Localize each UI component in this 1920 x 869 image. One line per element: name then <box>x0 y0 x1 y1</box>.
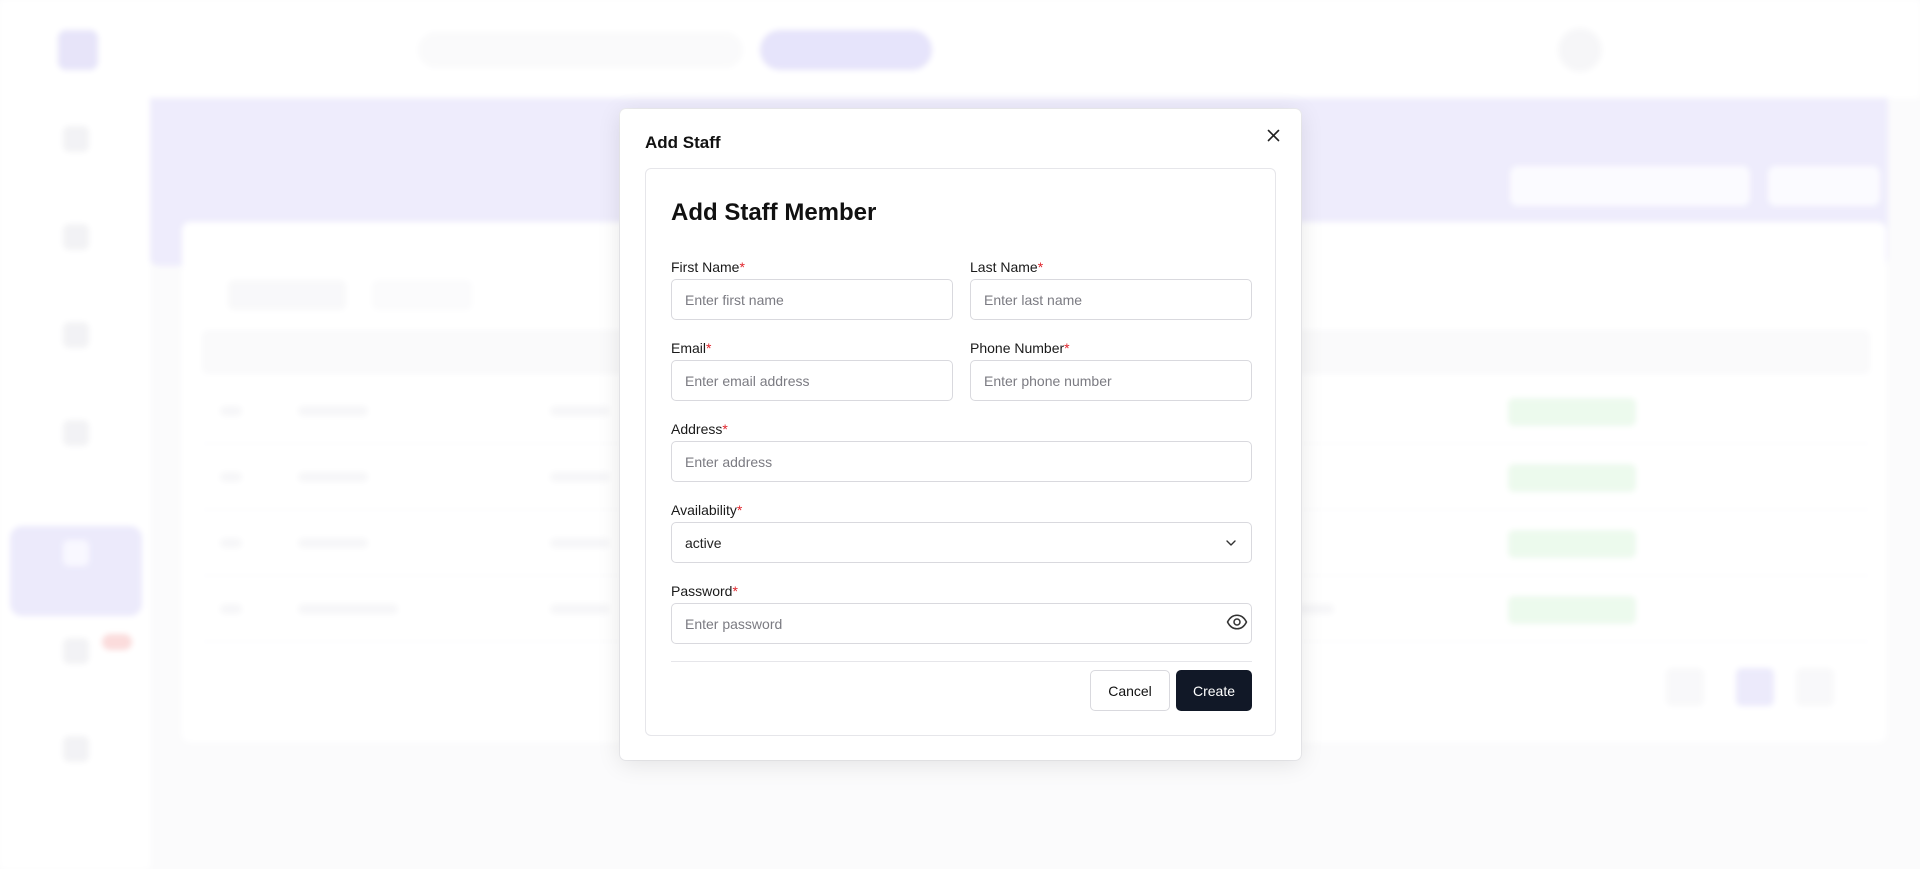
address-label: Address* <box>671 421 728 437</box>
required-mark: * <box>1037 259 1044 275</box>
create-button[interactable]: Create <box>1176 670 1252 711</box>
last-name-input[interactable] <box>970 279 1252 320</box>
first-name-label: First Name* <box>671 259 745 275</box>
email-field[interactable] <box>671 360 953 401</box>
required-mark: * <box>739 259 745 275</box>
close-button[interactable] <box>1261 123 1285 147</box>
password-label: Password* <box>671 583 738 599</box>
eye-icon <box>1226 613 1248 630</box>
required-mark: * <box>1064 340 1070 356</box>
password-field[interactable] <box>671 603 1252 644</box>
required-mark: * <box>732 583 738 599</box>
availability-value: active <box>685 535 722 551</box>
last-name-label: Last Name* <box>970 259 1044 275</box>
dialog-title: Add Staff <box>645 133 721 152</box>
required-mark: * <box>736 502 743 518</box>
email-label: Email* <box>671 340 712 356</box>
cancel-button[interactable]: Cancel <box>1090 670 1170 711</box>
toggle-password-visibility[interactable] <box>1224 612 1250 634</box>
availability-label: Availability* <box>671 502 743 518</box>
required-mark: * <box>722 421 728 437</box>
first-name-input[interactable] <box>671 279 953 320</box>
form-divider <box>671 661 1252 662</box>
close-icon <box>1267 129 1279 141</box>
availability-select[interactable]: active <box>671 522 1252 563</box>
add-staff-form: Add Staff Member First Name* Last Name* … <box>645 168 1276 736</box>
phone-label: Phone Number* <box>970 340 1070 356</box>
chevron-down-icon <box>1226 540 1236 546</box>
required-mark: * <box>706 340 712 356</box>
address-field[interactable] <box>671 441 1252 482</box>
form-heading: Add Staff Member <box>671 199 877 226</box>
add-staff-dialog: Add Staff Add Staff Member First Name* L… <box>620 109 1301 760</box>
phone-field[interactable] <box>970 360 1252 401</box>
